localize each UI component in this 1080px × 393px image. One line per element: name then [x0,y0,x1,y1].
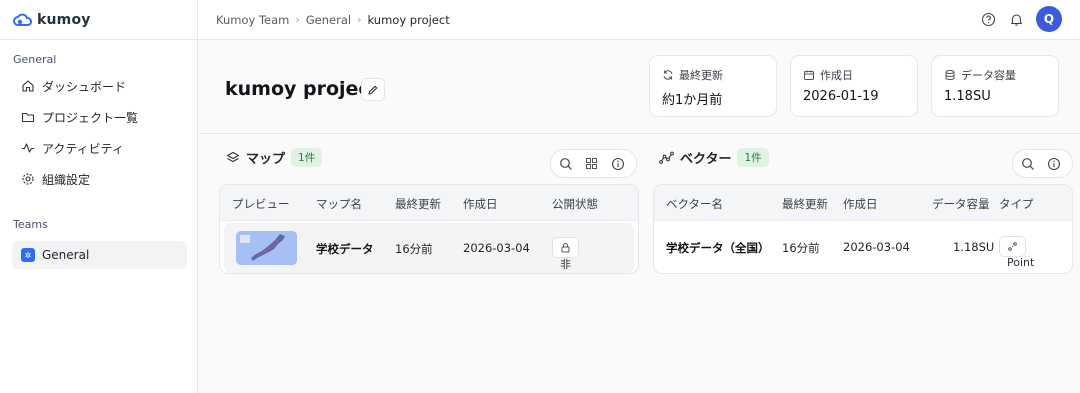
page-title: kumoy project [225,78,379,100]
stat-card-size: データ容量 1.18SU [931,55,1059,117]
sidebar-item-label: プロジェクト一覧 [42,110,139,125]
cloud-logo-icon [13,13,32,26]
vectors-count-badge: 1件 [737,148,769,167]
info-icon[interactable] [609,155,626,172]
sidebar: kumoy General ダッシュボード プロジェクト一覧 アクティビティ 組… [0,0,198,393]
sidebar-heading-general: General [13,53,57,66]
bell-icon[interactable] [1008,11,1024,27]
stat-card-updated: 最終更新 約1か月前 [649,55,777,117]
visibility-status-label: 非公開 [560,258,571,271]
vector-created: 2026-03-04 [843,240,910,254]
vectors-table: ベクター名 最終更新 作成日 データ容量 タイプ 学校データ（全国） 16分前 … [653,184,1073,274]
column-header: 作成日 [463,197,498,211]
maps-table-header: プレビュー マップ名 最終更新 作成日 公開状態 [220,185,638,221]
column-header: データ容量 [932,197,990,211]
vector-name[interactable]: 学校データ（全国） [666,240,770,256]
vector-updated: 16分前 [782,241,820,255]
project-header: kumoy project 最終更新 約1か月前 作成日 2026-01-19 [198,40,1080,134]
stat-value: 約1か月前 [662,93,723,108]
vectors-toolbar [1012,149,1073,178]
top-actions: Q [980,6,1062,32]
lock-icon [561,243,570,253]
search-icon[interactable] [557,155,574,172]
column-header: 作成日 [843,197,878,211]
vectors-title: ベクター [680,152,732,167]
column-header: 最終更新 [395,197,441,211]
map-updated: 16分前 [395,242,433,256]
table-row[interactable]: 学校データ（全国） 16分前 2026-03-04 1.18SU Point [654,221,1072,273]
activity-icon [21,141,35,155]
column-header: プレビュー [232,197,290,211]
breadcrumb-item-general[interactable]: General [306,13,351,27]
logo[interactable]: kumoy [0,0,197,40]
sidebar-heading-teams: Teams [13,218,48,231]
sidebar-item-dashboard[interactable]: ダッシュボード [12,72,187,100]
stat-value: 1.18SU [944,89,991,104]
vector-icon [659,151,674,164]
sidebar-item-team-general[interactable]: ✲ General [12,241,187,269]
sidebar-item-settings[interactable]: 組織設定 [12,165,187,193]
stat-card-created: 作成日 2026-01-19 [790,55,918,117]
visibility-status-badge[interactable]: 非公開 [552,237,579,271]
sidebar-item-label: 組織設定 [42,172,91,187]
database-icon [945,70,955,80]
column-header: 最終更新 [782,197,828,211]
maps-count-badge: 1件 [291,148,323,167]
grid-view-icon[interactable] [583,155,600,172]
sidebar-item-activity[interactable]: アクティビティ [12,134,187,162]
column-header: タイプ [999,197,1034,211]
sidebar-item-label: General [42,248,90,262]
info-icon[interactable] [1045,155,1062,172]
help-icon[interactable] [980,11,996,27]
map-name[interactable]: 学校データ [316,241,374,257]
chevron-right-icon: › [295,13,300,26]
stat-label: データ容量 [961,69,1016,82]
edit-title-button[interactable] [361,78,385,101]
maps-title: マップ [246,152,286,167]
vector-size: 1.18SU [953,240,995,254]
search-icon[interactable] [1019,155,1036,172]
geometry-type-label: Point [1007,256,1035,269]
breadcrumb: Kumoy Team › General › kumoy project [216,13,450,27]
logo-text: kumoy [37,11,91,28]
team-icon: ✲ [21,248,35,262]
maps-section-header: マップ 1件 [226,148,323,167]
breadcrumb-item-team[interactable]: Kumoy Team [216,13,289,27]
sidebar-item-label: ダッシュボード [42,79,127,94]
home-icon [21,79,35,93]
map-created: 2026-03-04 [463,241,530,255]
sidebar-item-projects[interactable]: プロジェクト一覧 [12,103,187,131]
breadcrumb-item-project: kumoy project [367,12,450,27]
app-root: kumoy General ダッシュボード プロジェクト一覧 アクティビティ 組… [0,0,1080,393]
vectors-section-header: ベクター 1件 [659,148,769,167]
sidebar-item-label: アクティビティ [42,141,124,156]
stat-label: 最終更新 [679,69,723,82]
point-icon [1008,242,1017,251]
top-bar: Kumoy Team › General › kumoy project Q [198,0,1080,40]
stat-label: 作成日 [820,69,853,82]
folder-icon [21,110,35,124]
gear-icon [21,172,35,186]
maps-toolbar [550,149,637,178]
refresh-icon [663,70,673,80]
avatar[interactable]: Q [1036,6,1062,32]
map-preview-thumbnail [236,231,297,265]
geometry-type-badge: Point [999,236,1034,269]
column-header: ベクター名 [666,197,724,211]
calendar-icon [804,70,814,80]
maps-table: プレビュー マップ名 最終更新 作成日 公開状態 学校データ 16分前 2026… [219,184,639,274]
column-header: 公開状態 [552,197,598,211]
vectors-table-header: ベクター名 最終更新 作成日 データ容量 タイプ [654,185,1072,221]
table-row[interactable]: 学校データ 16分前 2026-03-04 非公開 [224,223,634,273]
pencil-icon [368,85,378,95]
column-header: マップ名 [316,197,362,211]
chevron-right-icon: › [357,13,362,26]
main-content: Kumoy Team › General › kumoy project Q k… [198,0,1080,393]
layers-icon [226,151,240,162]
stat-value: 2026-01-19 [803,89,879,104]
